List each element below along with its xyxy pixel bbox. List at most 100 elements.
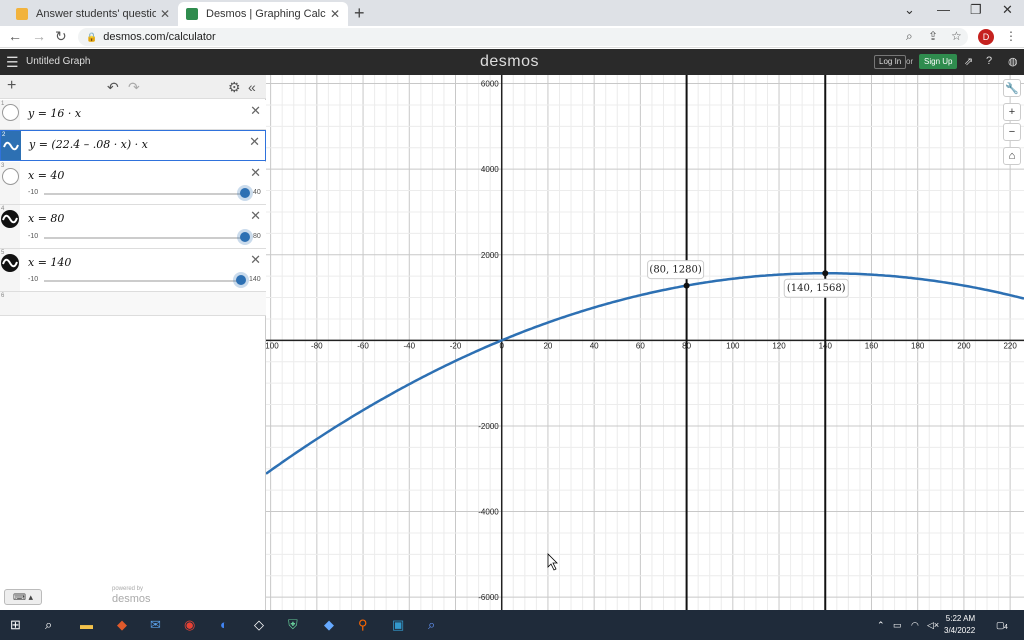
zoom-out-button[interactable]: − [1003, 123, 1021, 141]
point-marker [822, 270, 829, 277]
restore-icon[interactable]: ❐ [970, 2, 982, 18]
share-graph-icon[interactable]: ⇗ [964, 55, 973, 68]
zoom-in-button[interactable]: + [1003, 103, 1021, 121]
slider-knob[interactable] [240, 232, 250, 242]
graph-paper[interactable]: -100 -80 -60 -40 -20 0 20 40 60 80 100 120 140 160 180… [266, 75, 1024, 610]
expression-row[interactable]: 3 x = 40 -10 40 ✕ [0, 162, 266, 205]
expression-text[interactable]: y = 16 · x [28, 107, 81, 120]
x-tick-label: 20 [543, 341, 552, 350]
slider-max[interactable]: 80 [253, 233, 261, 240]
tab-search-icon[interactable]: ⌄ [904, 2, 915, 18]
slider-knob[interactable] [240, 188, 250, 198]
delete-expression-icon[interactable]: ✕ [250, 165, 261, 181]
x-tick-label: 0 [499, 341, 504, 350]
app-icon[interactable]: ▣ [392, 617, 404, 633]
curve-style-icon[interactable] [1, 254, 19, 272]
brainly-favicon-icon [16, 8, 28, 20]
new-tab-button[interactable]: + [354, 3, 365, 24]
signup-button[interactable]: Sign Up [919, 54, 958, 69]
close-icon[interactable]: ✕ [330, 7, 340, 21]
hidden-graph-icon[interactable] [2, 168, 19, 185]
clock[interactable]: 5:22 AM 3/4/2022 [944, 613, 975, 637]
x-tick-label: 220 [1003, 341, 1017, 350]
chrome-icon[interactable]: ◉ [184, 617, 195, 633]
slider-max[interactable]: 40 [253, 189, 261, 196]
app-icon[interactable]: ◆ [117, 617, 127, 633]
point-marker [683, 282, 690, 289]
powered-by-label: powered by [112, 586, 144, 592]
app-icon[interactable]: ◆ [324, 617, 334, 633]
login-button[interactable]: Log In [874, 55, 907, 69]
y-tick-label: 6000 [481, 80, 499, 89]
delete-expression-icon[interactable]: ✕ [250, 208, 261, 224]
expression-text[interactable]: x = 140 [28, 256, 71, 269]
volume-muted-icon[interactable]: ◁× [927, 620, 939, 631]
hamburger-menu-icon[interactable]: ☰ [6, 54, 19, 71]
curve-style-icon[interactable] [1, 210, 19, 228]
close-icon[interactable]: ✕ [160, 7, 170, 21]
expression-toolbar: + ↶ ↷ ⚙ « [0, 75, 266, 99]
menu-kebab-icon[interactable]: ⋮ [1005, 29, 1017, 43]
back-icon[interactable]: ← [8, 28, 22, 44]
slider-max[interactable]: 140 [249, 276, 261, 283]
empty-expression-row[interactable]: 6 [0, 292, 266, 316]
slider-min[interactable]: -10 [28, 276, 38, 283]
profile-avatar[interactable]: D [978, 29, 994, 45]
file-explorer-icon[interactable]: ▬ [80, 617, 93, 632]
home-view-button[interactable]: ⌂ [1003, 147, 1021, 165]
zoom-icon[interactable]: ⌕ [906, 29, 913, 44]
bookmark-star-icon[interactable]: ☆ [951, 29, 962, 43]
slider-track[interactable] [44, 280, 240, 282]
language-globe-icon[interactable]: ◍ [1008, 55, 1018, 68]
tab-answer-students[interactable]: Answer students' questions and ✕ [8, 2, 178, 26]
shield-icon[interactable]: ⛨ [288, 617, 298, 633]
expression-text[interactable]: x = 40 [28, 169, 64, 182]
expression-row[interactable]: 1 y = 16 · x ✕ [0, 100, 266, 130]
help-icon[interactable]: ? [986, 55, 992, 67]
expression-row-selected[interactable]: 2 y = (22.4 – .08 · x) · x ✕ [0, 130, 266, 161]
expression-row[interactable]: 4 x = 80 -10 80 ✕ [0, 205, 266, 249]
x-tick-label: 80 [682, 341, 691, 350]
app-icon[interactable]: ◐ [220, 617, 228, 632]
url-text: desmos.com/calculator [103, 31, 216, 43]
add-item-icon[interactable]: + [7, 77, 16, 95]
address-bar[interactable]: 🔒 desmos.com/calculator [78, 28, 968, 46]
close-window-icon[interactable]: ✕ [1002, 2, 1013, 18]
graph-title[interactable]: Untitled Graph [26, 56, 90, 67]
slider-min[interactable]: -10 [28, 189, 38, 196]
expression-text[interactable]: y = (22.4 – .08 · x) · x [29, 138, 148, 151]
share-icon[interactable]: ⇪ [928, 29, 938, 43]
tab-desmos[interactable]: Desmos | Graphing Calculator ✕ [178, 2, 348, 26]
chevron-up-icon[interactable]: ⌃ [877, 620, 885, 631]
redo-icon[interactable]: ↷ [128, 79, 140, 96]
slider-min[interactable]: -10 [28, 233, 38, 240]
expression-row[interactable]: 5 x = 140 -10 140 ✕ [0, 249, 266, 292]
delete-expression-icon[interactable]: ✕ [249, 134, 260, 150]
forward-icon[interactable]: → [32, 28, 46, 44]
magnifier-icon[interactable]: ⌕ [428, 617, 435, 633]
mail-icon[interactable]: ✉ [150, 617, 161, 633]
slider-track[interactable] [44, 193, 244, 195]
search-icon[interactable]: ⌕ [45, 617, 52, 633]
x-tick-label: 100 [726, 341, 740, 350]
expression-text[interactable]: x = 80 [28, 212, 64, 225]
windows-start-icon[interactable]: ⊞ [10, 617, 21, 633]
graph-settings-wrench-icon[interactable]: 🔧 [1003, 79, 1021, 97]
hidden-graph-icon[interactable] [2, 104, 19, 121]
curve-style-icon[interactable] [3, 138, 19, 154]
app-icon[interactable]: ◇ [254, 617, 264, 633]
delete-expression-icon[interactable]: ✕ [250, 103, 261, 119]
reload-icon[interactable]: ↻ [55, 28, 67, 45]
undo-icon[interactable]: ↶ [107, 79, 119, 96]
keyboard-toggle-button[interactable]: ⌨ ▴ [4, 589, 42, 605]
slider-track[interactable] [44, 237, 244, 239]
search-app-icon[interactable]: ⚲ [358, 617, 368, 633]
battery-icon[interactable]: ▭ [893, 620, 902, 631]
slider-knob[interactable] [236, 275, 246, 285]
windows-taskbar: ⊞ ⌕ ▬ ◆ ✉ ◉ ◐ ◇ ⛨ ◆ ⚲ ▣ ⌕ ⌃ ▭ ◠ ◁× 5:22 … [0, 610, 1024, 640]
collapse-panel-icon[interactable]: « [248, 79, 256, 95]
minimize-icon[interactable]: — [937, 2, 950, 17]
wifi-icon[interactable]: ◠ [911, 620, 919, 631]
settings-gear-icon[interactable]: ⚙ [228, 79, 241, 96]
delete-expression-icon[interactable]: ✕ [250, 252, 261, 268]
